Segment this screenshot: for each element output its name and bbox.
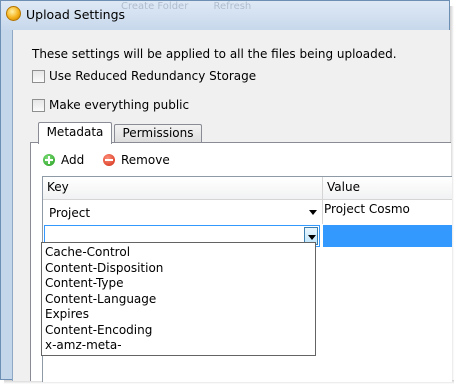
add-button[interactable]: Add	[43, 151, 84, 169]
remove-button[interactable]: Remove	[103, 151, 170, 169]
column-header-value[interactable]: Value	[327, 180, 360, 194]
add-icon	[43, 154, 55, 166]
title-bar[interactable]: Upload Settings Create Folder Refresh	[1, 1, 449, 30]
make-public-checkbox[interactable]	[32, 99, 45, 112]
tab-permissions[interactable]: Permissions	[114, 124, 202, 143]
dropdown-option-content-language[interactable]: Content-Language	[45, 292, 156, 306]
settings-message: These settings will be applied to all th…	[32, 47, 397, 61]
chevron-down-icon[interactable]	[309, 210, 317, 215]
window-title: Upload Settings	[26, 7, 126, 22]
add-label: Add	[61, 153, 85, 167]
tab-metadata[interactable]: Metadata	[38, 122, 112, 144]
reduced-redundancy-label[interactable]: Use Reduced Redundancy Storage	[49, 69, 256, 83]
column-divider[interactable]	[322, 177, 323, 199]
remove-icon	[103, 154, 115, 166]
remove-label: Remove	[121, 153, 170, 167]
value-cell-row-2-selected[interactable]	[323, 225, 452, 247]
key-value-row-1: Project	[49, 206, 91, 220]
dropdown-option-expires[interactable]: Expires	[45, 307, 89, 321]
dropdown-option-content-type[interactable]: Content-Type	[45, 276, 124, 290]
column-header-key[interactable]: Key	[47, 180, 69, 194]
value-cell-row-1[interactable]: Project Cosmo	[324, 202, 410, 216]
chevron-down-icon	[308, 235, 316, 240]
background-refresh: Refresh	[213, 1, 252, 12]
dropdown-option-content-disposition[interactable]: Content-Disposition	[45, 261, 163, 275]
dropdown-option-cache-control[interactable]: Cache-Control	[45, 245, 130, 259]
app-icon	[6, 6, 21, 21]
key-combobox-row-1[interactable]: Project	[45, 203, 320, 223]
dropdown-option-content-encoding[interactable]: Content-Encoding	[45, 323, 152, 337]
make-public-label[interactable]: Make everything public	[49, 98, 189, 112]
background-create-folder: Create Folder	[121, 1, 189, 12]
row-divider	[322, 199, 323, 224]
grid-header: Key Value	[43, 177, 452, 200]
background-toolbar: Create Folder Refresh	[121, 1, 441, 15]
key-dropdown-list: Cache-Control Content-Disposition Conten…	[41, 242, 316, 356]
reduced-redundancy-checkbox[interactable]	[32, 70, 45, 83]
dropdown-option-x-amz-meta[interactable]: x-amz-meta-	[45, 338, 122, 352]
